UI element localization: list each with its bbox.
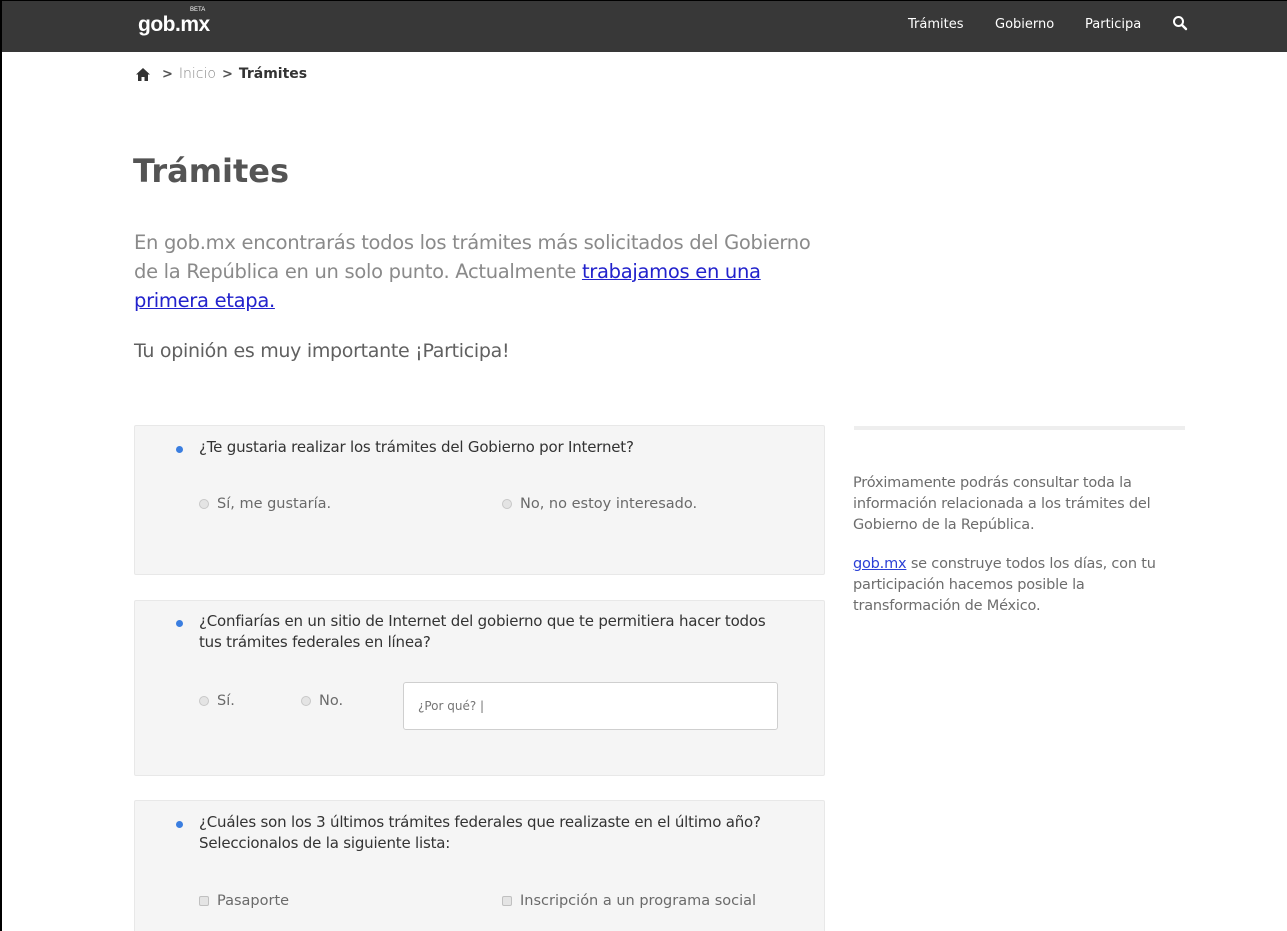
breadcrumb: > Inicio > Trámites [136, 66, 307, 82]
radio-icon[interactable] [199, 499, 209, 509]
question-text: ¿Cuáles son los 3 últimos trámites feder… [199, 813, 761, 852]
option-no[interactable]: No. [301, 693, 343, 709]
radio-icon[interactable] [502, 499, 512, 509]
checkbox-icon[interactable] [502, 896, 512, 906]
page-title: Trámites [133, 152, 290, 190]
sidebar-paragraph-2: gob.mx se construye todos los días, con … [853, 556, 1156, 614]
checkbox-icon[interactable] [199, 896, 209, 906]
radio-icon[interactable] [199, 696, 209, 706]
nav-gobierno[interactable]: Gobierno [995, 17, 1054, 32]
nav-participa[interactable]: Participa [1085, 17, 1141, 32]
sidebar-divider [854, 426, 1185, 430]
beta-badge: BETA [190, 7, 206, 13]
sidebar-gobmx-link[interactable]: gob.mx [853, 556, 907, 572]
search-icon[interactable] [1172, 15, 1188, 31]
participa-text: Tu opinión es muy importante ¡Participa! [134, 340, 510, 362]
option-si[interactable]: Sí. [199, 693, 235, 709]
option-programa-social[interactable]: Inscripción a un programa social [502, 893, 756, 909]
option-si-me-gustaria[interactable]: Sí, me gustaría. [199, 496, 331, 512]
breadcrumb-inicio[interactable]: Inicio [179, 66, 216, 82]
nav-tramites[interactable]: Trámites [908, 17, 964, 32]
bullet-icon [176, 446, 183, 453]
question-text: ¿Te gustaria realizar los trámites del G… [199, 438, 634, 456]
breadcrumb-separator: > [221, 66, 233, 82]
bullet-icon [176, 821, 183, 828]
sidebar-paragraph-1: Próximamente podrás consultar toda la in… [853, 475, 1151, 533]
home-icon[interactable] [136, 67, 150, 81]
gobmx-logo[interactable]: gob.mx BETA [138, 7, 210, 37]
question-text: ¿Confiarías en un sitio de Internet del … [199, 612, 766, 651]
top-navbar: gob.mx BETA Trámites Gobierno Participa [2, 1, 1287, 52]
survey-card-q1: ¿Te gustaria realizar los trámites del G… [134, 425, 825, 575]
survey-card-q2: ¿Confiarías en un sitio de Internet del … [134, 600, 825, 776]
option-pasaporte[interactable]: Pasaporte [199, 893, 289, 909]
bullet-icon [176, 620, 183, 627]
intro-paragraph: En gob.mx encontrarás todos los trámites… [134, 231, 811, 312]
survey-card-q3: ¿Cuáles son los 3 últimos trámites feder… [134, 800, 825, 931]
breadcrumb-current: Trámites [238, 66, 308, 82]
why-input[interactable] [403, 682, 778, 730]
radio-icon[interactable] [301, 696, 311, 706]
breadcrumb-separator: > [162, 66, 173, 82]
option-no-interesado[interactable]: No, no estoy interesado. [502, 496, 697, 512]
